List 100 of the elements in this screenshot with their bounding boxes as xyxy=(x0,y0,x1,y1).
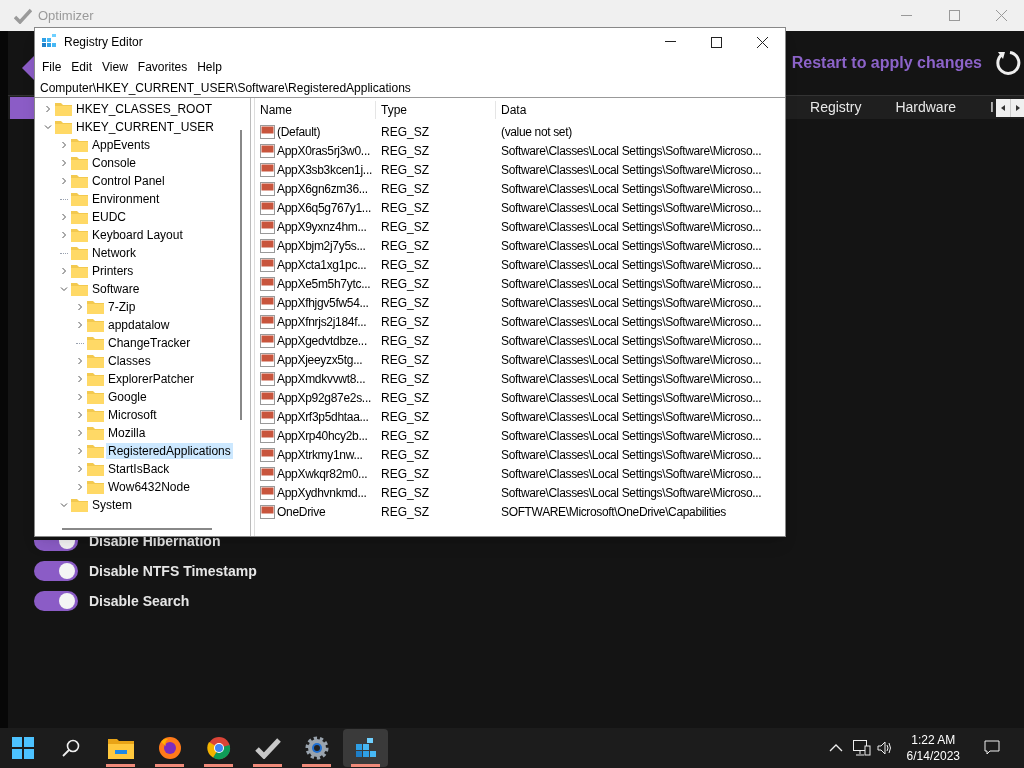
chevron-icon[interactable] xyxy=(60,501,68,509)
value-name[interactable]: AppXgedvtdbze... xyxy=(277,331,367,350)
network-icon[interactable] xyxy=(852,740,871,756)
chevron-icon[interactable] xyxy=(60,141,68,149)
chevron-icon[interactable] xyxy=(76,357,84,365)
menu-item[interactable]: File xyxy=(37,58,67,76)
tab[interactable]: I xyxy=(978,96,996,119)
horizontal-scrollbar[interactable] xyxy=(62,528,212,530)
tree-item[interactable]: Classes xyxy=(106,353,153,369)
chevron-icon[interactable] xyxy=(60,285,68,293)
chevron-icon[interactable] xyxy=(60,159,68,167)
menu-item[interactable]: View xyxy=(97,58,133,76)
tree-item[interactable]: AppEvents xyxy=(90,137,153,153)
tab[interactable] xyxy=(10,96,34,119)
chevron-icon[interactable] xyxy=(44,123,52,131)
scroll-right-button[interactable] xyxy=(1010,98,1024,117)
value-name[interactable]: AppXmdkvvwt8... xyxy=(277,369,366,388)
clock-time[interactable]: 1:22 AM xyxy=(911,732,956,748)
value-name[interactable]: AppX3sb3kcen1j... xyxy=(277,160,372,179)
chevron-icon[interactable] xyxy=(60,177,68,185)
value-name[interactable]: AppXtrkmy1nw... xyxy=(277,445,363,464)
toggle-switch[interactable] xyxy=(34,591,78,611)
volume-icon[interactable] xyxy=(876,741,893,755)
tree-item[interactable]: Keyboard Layout xyxy=(90,227,185,243)
restart-icon[interactable] xyxy=(994,49,1022,77)
value-name[interactable]: AppXe5m5h7ytc... xyxy=(277,274,371,293)
tree-item[interactable]: Microsoft xyxy=(106,407,159,423)
value-name[interactable]: AppXfnrjs2j184f... xyxy=(277,312,367,331)
value-name[interactable]: AppX6gn6zm36... xyxy=(277,179,368,198)
value-name[interactable]: AppX0ras5rj3w0... xyxy=(277,141,370,160)
menu-item[interactable]: Favorites xyxy=(132,58,193,76)
tree-item[interactable]: ExplorerPatcher xyxy=(106,371,197,387)
tree-item[interactable]: ChangeTracker xyxy=(106,335,193,351)
tree-item[interactable]: Software xyxy=(90,281,142,297)
tree-item[interactable]: EUDC xyxy=(90,209,128,225)
value-name[interactable]: AppX6q5g767y1... xyxy=(277,198,371,217)
value-name[interactable]: (Default) xyxy=(277,122,321,141)
chevron-icon[interactable] xyxy=(60,267,68,275)
tree-item[interactable]: RegisteredApplications xyxy=(106,443,233,459)
value-name[interactable]: AppX9yxnz4hm... xyxy=(277,217,367,236)
close-icon xyxy=(995,10,1007,21)
value-name[interactable]: AppXbjm2j7y5s... xyxy=(277,236,366,255)
toggle-switch[interactable] xyxy=(34,561,78,581)
menu-item[interactable]: Help xyxy=(192,58,227,76)
tree-item[interactable]: Environment xyxy=(90,191,162,207)
string-value-icon xyxy=(260,352,275,367)
value-name[interactable]: AppXcta1xg1pc... xyxy=(277,255,367,274)
chevron-icon[interactable] xyxy=(76,465,84,473)
folder-icon xyxy=(87,372,104,386)
column-header[interactable]: Name xyxy=(255,101,376,119)
clock-date[interactable]: 6/14/2023 xyxy=(906,748,960,764)
chevron-icon[interactable] xyxy=(60,213,68,221)
tree-item[interactable]: StartIsBack xyxy=(106,461,172,477)
tree-item[interactable]: 7-Zip xyxy=(106,299,138,315)
column-header[interactable]: Type xyxy=(376,101,496,119)
tab[interactable]: Registry xyxy=(798,96,874,119)
folder-icon xyxy=(71,246,88,260)
tree-item[interactable]: Network xyxy=(90,245,138,261)
value-name[interactable]: AppXp92g87e2s... xyxy=(277,388,371,407)
chevron-up-icon[interactable] xyxy=(828,744,843,752)
tree-item[interactable]: Google xyxy=(106,389,149,405)
folder-icon xyxy=(87,318,104,332)
cubes-icon xyxy=(353,736,378,760)
value-data: Software\Classes\Local Settings\Software\Microso... xyxy=(500,161,762,179)
tree-item[interactable]: HKEY_CLASSES_ROOT xyxy=(74,101,215,117)
value-name[interactable]: AppXfhjgv5fw54... xyxy=(277,293,369,312)
tree-item[interactable]: Printers xyxy=(90,263,136,279)
address-bar[interactable]: Computer\HKEY_CURRENT_USER\Software\RegisteredApplications xyxy=(35,78,785,98)
tree-item[interactable]: appdatalow xyxy=(106,317,172,333)
value-name[interactable]: AppXydhvnkmd... xyxy=(277,483,367,502)
tree-item[interactable]: Wow6432Node xyxy=(106,479,192,495)
chevron-icon[interactable] xyxy=(76,321,84,329)
value-name[interactable]: AppXwkqr82m0... xyxy=(277,464,368,483)
tab[interactable]: Hardware xyxy=(883,96,969,119)
taskbar-app[interactable] xyxy=(343,729,388,767)
chevron-icon[interactable] xyxy=(76,393,84,401)
chevron-icon[interactable] xyxy=(76,447,84,455)
vertical-scrollbar[interactable] xyxy=(240,130,242,420)
chevron-icon[interactable] xyxy=(76,429,84,437)
tree-item[interactable]: Console xyxy=(90,155,139,171)
value-name[interactable]: AppXrp40hcy2b... xyxy=(277,426,368,445)
column-header[interactable]: Data xyxy=(496,101,527,119)
value-type: REG_SZ xyxy=(380,237,430,255)
folder-icon xyxy=(71,264,88,278)
chevron-icon[interactable] xyxy=(60,231,68,239)
value-name[interactable]: OneDrive xyxy=(277,502,326,521)
tree-item[interactable]: System xyxy=(90,497,134,513)
chevron-icon[interactable] xyxy=(76,375,84,383)
chevron-icon[interactable] xyxy=(76,483,84,491)
chevron-icon[interactable] xyxy=(76,303,84,311)
notification-icon[interactable] xyxy=(984,740,1000,756)
menu-item[interactable]: Edit xyxy=(66,58,98,76)
value-name[interactable]: AppXrf3p5dhtaa... xyxy=(277,407,369,426)
scroll-left-button[interactable] xyxy=(996,98,1010,117)
tree-item[interactable]: HKEY_CURRENT_USER xyxy=(74,119,217,135)
tree-item[interactable]: Control Panel xyxy=(90,173,167,189)
value-name[interactable]: AppXjeeyzx5tg... xyxy=(277,350,363,369)
chevron-icon[interactable] xyxy=(44,105,52,113)
tree-item[interactable]: Mozilla xyxy=(106,425,148,441)
chevron-icon[interactable] xyxy=(76,411,84,419)
